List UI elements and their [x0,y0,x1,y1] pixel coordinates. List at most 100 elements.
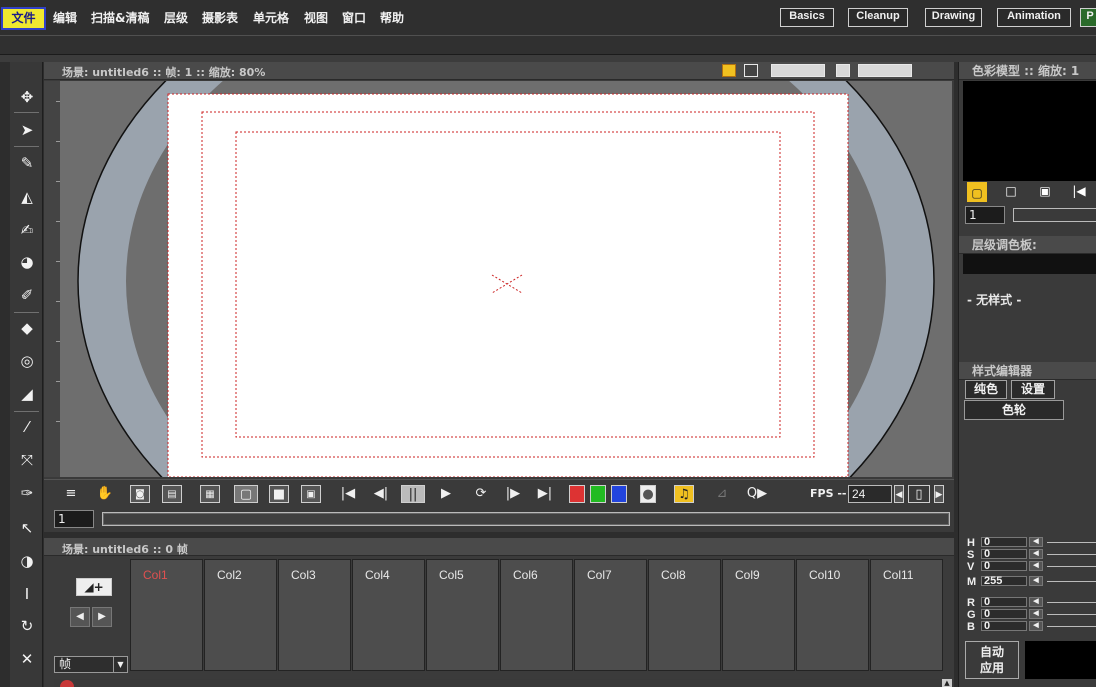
menu-help[interactable]: 帮助 [380,9,404,26]
checkerboard-icon[interactable] [836,64,850,77]
menu-view[interactable]: 视图 [304,9,328,26]
pinch-tool-icon[interactable]: ✑ [16,482,38,504]
first-frame-icon[interactable]: |◀ [340,485,356,503]
channel-value[interactable]: 0 [981,597,1027,608]
locator-icon[interactable]: Q▶ [742,485,772,503]
type-tool-icon[interactable]: ✍ [16,219,38,241]
safe-area-icon[interactable]: ▣ [301,485,321,503]
channel-arrow-icon[interactable]: ◀ [1029,576,1043,586]
fps-slider[interactable]: ▯ [908,485,930,503]
bender-tool-icon[interactable]: Ⅰ [16,583,38,605]
fill-tool-icon[interactable]: ◕ [16,251,38,273]
channel-value[interactable]: 255 [981,576,1027,587]
color-model-frame-field[interactable]: 1 [965,206,1005,224]
channel-arrow-icon[interactable]: ◀ [1029,609,1043,619]
column-header[interactable]: Col3 [278,559,351,671]
column-header[interactable]: Col2 [204,559,277,671]
frame-bg-icon[interactable]: ▢ [967,182,987,202]
checker-bg-icon[interactable]: ▦ [200,485,220,503]
viewport-canvas[interactable] [60,81,952,477]
column-header[interactable]: Col10 [796,559,869,671]
channel-value[interactable]: 0 [981,549,1027,560]
sound-icon[interactable]: ♫ [674,485,694,503]
animate-tool-icon[interactable]: ✥ [16,86,38,108]
eraser-tool-icon[interactable]: ◆ [16,317,38,339]
channel-arrow-icon[interactable]: ◀ [1029,621,1043,631]
column-header[interactable]: Col11 [870,559,943,671]
channel-arrow-icon[interactable]: ◀ [1029,537,1043,547]
menu-scan-cleanup[interactable]: 扫描&清稿 [91,9,149,26]
color-model-viewer[interactable] [963,81,1096,181]
first-frame-icon[interactable]: |◀ [1069,182,1089,202]
xsheet-cell-area[interactable]: ▲ [54,679,954,687]
preview-toggles-icon[interactable] [771,64,825,77]
channel-slider[interactable] [1047,554,1096,555]
menu-level[interactable]: 层级 [164,9,188,26]
menu-file[interactable]: 文件 [1,7,46,30]
channel-arrow-icon[interactable]: ◀ [1029,597,1043,607]
red-channel-icon[interactable] [569,485,585,503]
onion-skin-eye-icon[interactable] [858,64,912,77]
channel-slider[interactable] [1047,626,1096,627]
viewer-frame-slider[interactable] [102,512,950,526]
camera-icon[interactable]: ◙ [130,485,150,503]
iron-tool-icon[interactable]: ↻ [16,615,38,637]
play-icon[interactable]: ▶ [438,485,454,503]
channel-value[interactable]: 0 [981,621,1027,632]
menu-cells[interactable]: 单元格 [253,9,289,26]
channel-slider[interactable] [1047,602,1096,603]
room-drawing-tab[interactable]: Drawing [925,8,982,27]
column-header[interactable]: Col7 [574,559,647,671]
color-wheel-toggle[interactable]: 色轮 [964,400,1064,420]
snapshot-icon[interactable]: ▤ [162,485,182,503]
slider-thumb[interactable] [103,513,949,525]
rgb-picker-icon[interactable]: ⁄ [16,416,38,438]
channel-value[interactable]: 0 [981,537,1027,548]
geometric-tool-icon[interactable]: ◭ [16,186,38,208]
fps-input[interactable]: 24 [848,485,892,503]
auto-apply-button[interactable]: 自动 应用 [965,641,1019,679]
prev-frame-icon[interactable]: ◀| [372,485,390,503]
fps-slider-left-icon[interactable]: ◀ [894,485,904,503]
pause-icon[interactable]: || [401,485,425,503]
column-header[interactable]: Col1 [130,559,203,671]
viewer-frame-field[interactable]: 1 [54,510,94,528]
tape-tool-icon[interactable]: ◎ [16,350,38,372]
menu-lines-icon[interactable]: ≡ [64,485,78,503]
column-header[interactable]: Col8 [648,559,721,671]
blue-channel-icon[interactable] [611,485,627,503]
column-header[interactable]: Col5 [426,559,499,671]
room-basics-tab[interactable]: Basics [780,8,834,27]
grid-view-icon[interactable] [744,64,758,77]
channel-arrow-icon[interactable]: ◀ [1029,549,1043,559]
xsheet-frame-select[interactable]: 帧 ▼ [54,656,128,673]
cutter-tool-icon[interactable]: ✕ [16,648,38,670]
prev-note-icon[interactable]: ◀ [70,607,90,627]
menu-xsheet[interactable]: 摄影表 [202,9,238,26]
brush-tool-icon[interactable]: ✎ [16,152,38,174]
last-frame-icon[interactable]: ▶| [536,485,554,503]
hand-tool-icon[interactable]: ✋ [96,485,114,503]
black-bg-icon[interactable]: ■ [269,485,289,503]
fps-slider-right-icon[interactable]: ▶ [934,485,944,503]
white-bg-icon[interactable]: □ [1001,182,1021,202]
channel-value[interactable]: 0 [981,609,1027,620]
channel-slider[interactable] [1047,581,1096,582]
green-channel-icon[interactable] [590,485,606,503]
scroll-up-icon[interactable]: ▲ [942,679,952,687]
loop-icon[interactable]: ⟳ [470,485,492,503]
next-note-icon[interactable]: ▶ [92,607,112,627]
channel-value[interactable]: 0 [981,561,1027,572]
add-note-button[interactable]: ◢+ [76,578,112,596]
pump-tool-icon[interactable]: ↖ [16,517,38,539]
style-picker-icon[interactable]: ◢ [16,383,38,405]
white-bg-icon[interactable]: ▢ [234,485,258,503]
column-header[interactable]: Col6 [500,559,573,671]
column-header[interactable]: Col9 [722,559,795,671]
control-point-editor-icon[interactable]: ⤧ [16,449,38,471]
room-more-tab[interactable]: P [1080,8,1096,27]
column-header[interactable]: Col4 [352,559,425,671]
next-frame-icon[interactable]: |▶ [504,485,522,503]
selection-tool-icon[interactable]: ➤ [16,119,38,141]
alpha-channel-icon[interactable]: ● [640,485,656,503]
